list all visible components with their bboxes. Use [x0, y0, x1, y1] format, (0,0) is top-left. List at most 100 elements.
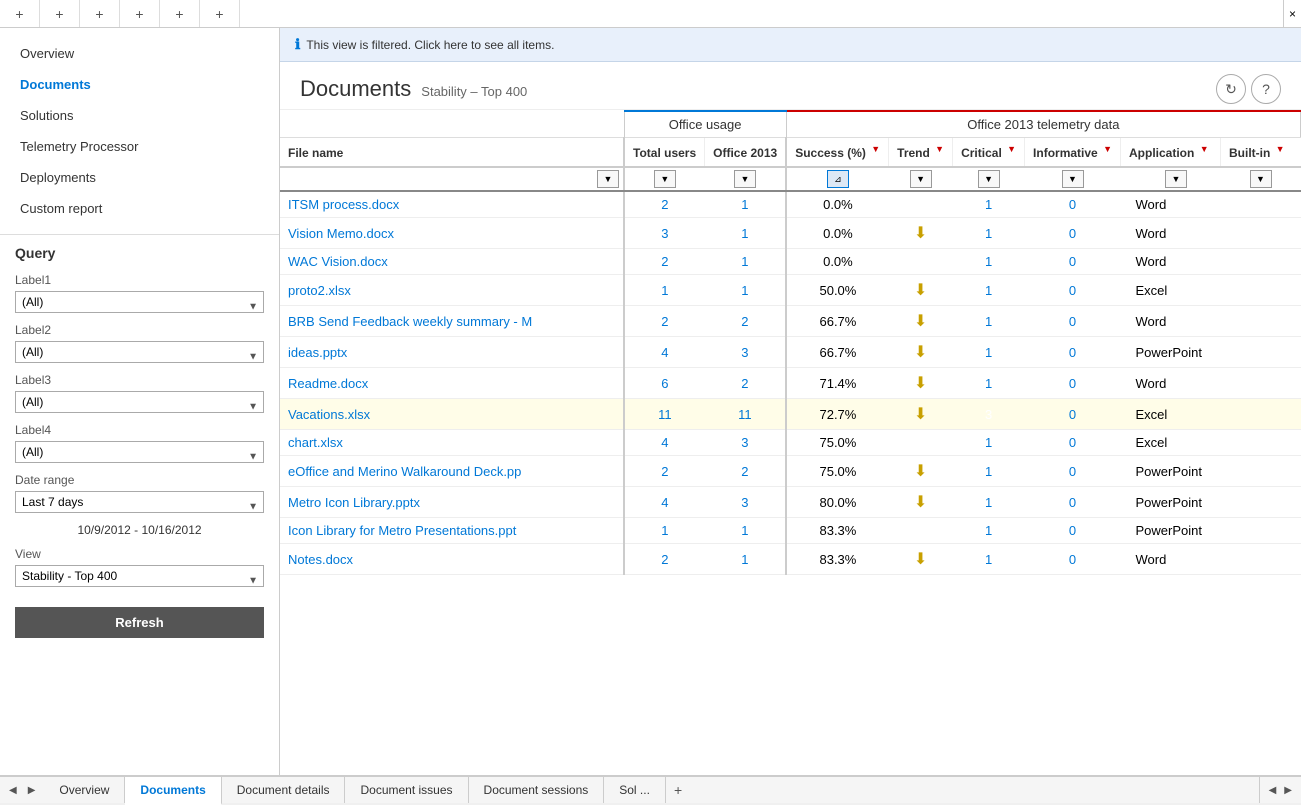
filter-btn-informative[interactable]: ▼ [1062, 170, 1084, 188]
add-tab-button-2[interactable]: + [40, 0, 80, 27]
add-tab-button-3[interactable]: + [80, 0, 120, 27]
office2013-link[interactable]: 2 [741, 314, 748, 329]
informative-link[interactable]: 0 [1069, 314, 1076, 329]
bottom-tab-overview[interactable]: Overview [44, 777, 125, 803]
informative-link[interactable]: 0 [1069, 435, 1076, 450]
filter-btn-application[interactable]: ▼ [1165, 170, 1187, 188]
office2013-link[interactable]: 1 [741, 552, 748, 567]
refresh-icon-button[interactable]: ↻ [1216, 74, 1246, 104]
add-sheet-button[interactable]: + [666, 777, 690, 803]
critical-link[interactable]: 1 [985, 495, 992, 510]
total-users-link[interactable]: 4 [661, 495, 668, 510]
filename-link[interactable]: chart.xlsx [288, 435, 343, 450]
informative-link[interactable]: 0 [1069, 552, 1076, 567]
total-users-link[interactable]: 1 [661, 523, 668, 538]
label4-select[interactable]: (All) [15, 441, 264, 463]
total-users-link[interactable]: 2 [661, 464, 668, 479]
label1-select[interactable]: (All) [15, 291, 264, 313]
sidebar-item-overview[interactable]: Overview [0, 38, 279, 69]
total-users-link[interactable]: 6 [661, 376, 668, 391]
filename-link[interactable]: Vision Memo.docx [288, 226, 394, 241]
filename-link[interactable]: Icon Library for Metro Presentations.ppt [288, 523, 516, 538]
office2013-link[interactable]: 11 [738, 407, 752, 422]
total-users-link[interactable]: 3 [661, 226, 668, 241]
filter-bar[interactable]: ℹ This view is filtered. Click here to s… [280, 28, 1301, 62]
bottom-tab-documents[interactable]: Documents [125, 777, 221, 805]
view-select[interactable]: Stability - Top 400 [15, 565, 264, 587]
office2013-link[interactable]: 3 [741, 495, 748, 510]
add-tab-button-5[interactable]: + [160, 0, 200, 27]
critical-link[interactable]: 1 [985, 254, 992, 269]
bottom-tab-sol[interactable]: Sol ... [604, 777, 666, 803]
label2-select[interactable]: (All) [15, 341, 264, 363]
office2013-link[interactable]: 1 [741, 283, 748, 298]
total-users-link[interactable]: 4 [661, 345, 668, 360]
informative-link[interactable]: 0 [1069, 283, 1076, 298]
critical-link[interactable]: 1 [985, 197, 992, 212]
critical-link[interactable]: 3 [985, 407, 992, 422]
critical-link[interactable]: 1 [985, 283, 992, 298]
label3-select[interactable]: (All) [15, 391, 264, 413]
informative-link[interactable]: 0 [1069, 197, 1076, 212]
filename-link[interactable]: ideas.pptx [288, 345, 347, 360]
sidebar-item-telemetry[interactable]: Telemetry Processor [0, 131, 279, 162]
office2013-link[interactable]: 3 [741, 345, 748, 360]
sidebar-item-deployments[interactable]: Deployments [0, 162, 279, 193]
informative-link[interactable]: 0 [1069, 464, 1076, 479]
add-tab-button-4[interactable]: + [120, 0, 160, 27]
informative-link[interactable]: 0 [1069, 407, 1076, 422]
total-users-link[interactable]: 2 [661, 552, 668, 567]
total-users-link[interactable]: 2 [661, 197, 668, 212]
total-users-link[interactable]: 4 [661, 435, 668, 450]
critical-link[interactable]: 1 [985, 226, 992, 241]
filename-link[interactable]: BRB Send Feedback weekly summary - M [288, 314, 532, 329]
office2013-link[interactable]: 1 [741, 226, 748, 241]
prev-tab-button[interactable]: ◀ [5, 783, 21, 798]
filename-link[interactable]: WAC Vision.docx [288, 254, 388, 269]
critical-link[interactable]: 1 [985, 464, 992, 479]
filename-link[interactable]: Vacations.xlsx [288, 407, 370, 422]
next-tab-button[interactable]: ▶ [24, 783, 40, 798]
total-users-link[interactable]: 1 [661, 283, 668, 298]
filter-btn-critical[interactable]: ▼ [978, 170, 1000, 188]
scroll-tabs-right[interactable]: ▶ [1280, 783, 1296, 798]
sidebar-item-solutions[interactable]: Solutions [0, 100, 279, 131]
add-tab-button-6[interactable]: + [200, 0, 240, 27]
sidebar-item-documents[interactable]: Documents [0, 69, 279, 100]
filename-link[interactable]: eOffice and Merino Walkaround Deck.pp [288, 464, 521, 479]
filename-link[interactable]: Notes.docx [288, 552, 353, 567]
total-users-link[interactable]: 2 [661, 314, 668, 329]
bottom-tab-document-details[interactable]: Document details [222, 777, 346, 803]
office2013-link[interactable]: 2 [741, 376, 748, 391]
bottom-tab-document-issues[interactable]: Document issues [345, 777, 468, 803]
total-users-link[interactable]: 11 [658, 407, 672, 422]
date-range-select[interactable]: Last 7 days [15, 491, 264, 513]
filter-btn-total-users[interactable]: ▼ [654, 170, 676, 188]
total-users-link[interactable]: 2 [661, 254, 668, 269]
filter-btn-success[interactable]: ⊿ [827, 170, 849, 188]
filename-link[interactable]: ITSM process.docx [288, 197, 399, 212]
critical-link[interactable]: 1 [985, 435, 992, 450]
office2013-link[interactable]: 1 [741, 197, 748, 212]
filter-btn-builtin[interactable]: ▼ [1250, 170, 1272, 188]
informative-link[interactable]: 0 [1069, 254, 1076, 269]
filter-btn-office2013[interactable]: ▼ [734, 170, 756, 188]
filename-link[interactable]: proto2.xlsx [288, 283, 351, 298]
critical-link[interactable]: 1 [985, 523, 992, 538]
filename-link[interactable]: Metro Icon Library.pptx [288, 495, 420, 510]
critical-link[interactable]: 1 [985, 345, 992, 360]
critical-link[interactable]: 1 [985, 376, 992, 391]
help-icon-button[interactable]: ? [1251, 74, 1281, 104]
informative-link[interactable]: 0 [1069, 345, 1076, 360]
refresh-button[interactable]: Refresh [15, 607, 264, 638]
filter-btn-trend[interactable]: ▼ [910, 170, 932, 188]
add-tab-button-1[interactable]: + [0, 0, 40, 27]
office2013-link[interactable]: 1 [741, 254, 748, 269]
informative-link[interactable]: 0 [1069, 226, 1076, 241]
scroll-tabs-left[interactable]: ◀ [1265, 783, 1281, 798]
office2013-link[interactable]: 2 [741, 464, 748, 479]
critical-link[interactable]: 1 [985, 314, 992, 329]
close-panel-button[interactable]: × [1283, 0, 1301, 27]
bottom-tab-document-sessions[interactable]: Document sessions [469, 777, 605, 803]
informative-link[interactable]: 0 [1069, 495, 1076, 510]
